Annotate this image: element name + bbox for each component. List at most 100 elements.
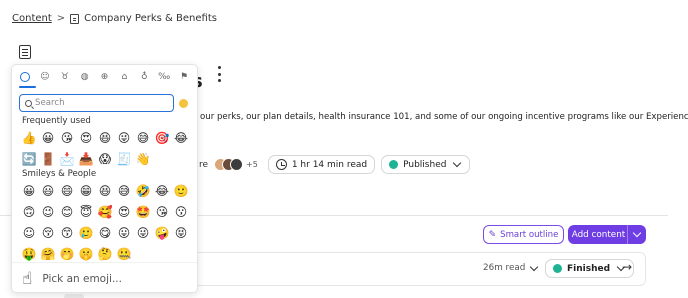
- emoji-option[interactable]: 🤭: [59, 246, 75, 262]
- emoji-option[interactable]: 😘: [59, 130, 75, 146]
- emoji-option[interactable]: 🤑: [21, 246, 37, 262]
- emoji-option[interactable]: 🤪: [154, 225, 170, 241]
- emoji-option[interactable]: 😉: [40, 204, 56, 220]
- emoji-option[interactable]: 🤩: [135, 204, 151, 220]
- emoji-picker: ☺ ♉ ◍ ⊕ ⌂ ♁ ‰ ⚑ Frequently used 👍😀😘😍😆😜😅🎯…: [11, 64, 198, 293]
- add-content-dropdown[interactable]: [627, 225, 646, 244]
- add-content-button[interactable]: Add content: [568, 225, 646, 244]
- emoji-option[interactable]: 😋: [97, 225, 113, 241]
- emoji-option[interactable]: 🔄: [21, 151, 37, 167]
- emoji-option[interactable]: 😘: [154, 204, 170, 220]
- scroll-hint: [64, 294, 84, 298]
- emoji-option[interactable]: 😆: [97, 183, 113, 199]
- emoji-option[interactable]: 🥰: [97, 204, 113, 220]
- category-symbols-icon[interactable]: ‰: [157, 70, 171, 84]
- card-status-dropdown[interactable]: Finished: [545, 259, 635, 278]
- emoji-option[interactable]: ☺: [21, 225, 37, 241]
- emoji-option[interactable]: 😱: [97, 151, 113, 167]
- more-options-icon[interactable]: [216, 66, 222, 82]
- category-food-icon[interactable]: ◍: [78, 70, 92, 84]
- preview-emoji: ☝: [22, 268, 33, 289]
- search-icon: [25, 99, 32, 107]
- document-icon: [70, 13, 80, 24]
- emoji-option[interactable]: 😇: [78, 204, 94, 220]
- emoji-option[interactable]: 😀: [21, 183, 37, 199]
- emoji-option[interactable]: 😝: [173, 225, 189, 241]
- status-dot: [553, 264, 562, 273]
- card-read-label: 26m read: [483, 263, 526, 273]
- emoji-option[interactable]: 😗: [173, 204, 189, 220]
- emoji-option[interactable]: 😍: [78, 130, 94, 146]
- magic-wand-icon: ✎: [488, 229, 497, 240]
- emoji-option[interactable]: 😜: [116, 130, 132, 146]
- chevron-right-icon: >: [56, 13, 66, 24]
- emoji-option[interactable]: 😆: [97, 130, 113, 146]
- emoji-option[interactable]: 😊: [59, 204, 75, 220]
- emoji-search-input[interactable]: [35, 98, 170, 108]
- page-meta-row: re +5 1 hr 14 min read Published: [199, 155, 471, 174]
- status-dropdown[interactable]: Published: [381, 155, 471, 174]
- emoji-option[interactable]: 😍: [116, 204, 132, 220]
- arrow-right-icon[interactable]: →: [622, 260, 632, 274]
- emoji-option[interactable]: 🧾: [116, 151, 132, 167]
- page-icon-button[interactable]: [13, 41, 37, 63]
- emoji-option[interactable]: 😜: [135, 225, 151, 241]
- emoji-option[interactable]: 👋: [135, 151, 151, 167]
- emoji-option[interactable]: 🎯: [154, 130, 170, 146]
- category-flags-icon[interactable]: ⚑: [177, 70, 191, 84]
- emoji-option[interactable]: 👍: [21, 130, 37, 146]
- page-description: our perks, our plan details, health insu…: [200, 112, 688, 122]
- emoji-option[interactable]: 🙃: [21, 204, 37, 220]
- smart-outline-button[interactable]: ✎ Smart outline: [483, 225, 564, 244]
- emoji-option[interactable]: 😙: [59, 225, 75, 241]
- status-label: Published: [403, 159, 447, 170]
- read-time-chip: 1 hr 14 min read: [267, 155, 376, 174]
- frequent-emoji-grid: 👍 😀 😘 😍 😆 😜 😅 🎯 😂 🔄 🚪 📩 📥 😱 🧾 👋: [21, 130, 192, 167]
- category-travel-icon[interactable]: ⊕: [98, 70, 112, 84]
- clock-icon: [275, 159, 287, 170]
- emoji-option[interactable]: 😄: [59, 183, 75, 199]
- emoji-preview-bar: ☝ Pick an emoji...: [12, 262, 197, 292]
- status-dot: [389, 160, 399, 169]
- emoji-option[interactable]: 📥: [78, 151, 94, 167]
- emoji-option[interactable]: 🙂: [173, 183, 189, 199]
- chevron-down-icon: [632, 228, 642, 238]
- breadcrumb-root-link[interactable]: Content: [12, 13, 52, 24]
- emoji-option[interactable]: 😃: [40, 183, 56, 199]
- emoji-option[interactable]: 😁: [78, 183, 94, 199]
- category-recent-icon[interactable]: [18, 70, 32, 84]
- emoji-option[interactable]: 😀: [40, 130, 56, 146]
- smart-outline-label: Smart outline: [500, 229, 559, 240]
- emoji-option[interactable]: 😚: [40, 225, 56, 241]
- avatar: [230, 158, 244, 171]
- preview-text: Pick an emoji...: [42, 272, 122, 285]
- category-smileys-icon[interactable]: ☺: [38, 70, 52, 84]
- emoji-option[interactable]: 📩: [59, 151, 75, 167]
- skin-tone-selector[interactable]: [179, 99, 188, 108]
- emoji-option[interactable]: 🤣: [135, 183, 151, 199]
- category-animals-icon[interactable]: ♉: [58, 70, 72, 84]
- emoji-option[interactable]: 🤐: [116, 246, 132, 262]
- smiley-emoji-grid: 😀 😃 😄 😁 😆 😅 🤣 😂 🙂 🙃 😉 😊 😇 🥰 😍 🤩 😘 😗 ☺ 😚 😙 🥲 😋 😛 😜 🤪 😝 🤑 🤗 🤭 🤫 🤔 🤐: [21, 183, 192, 262]
- breadcrumb: Content > Company Perks & Benefits: [12, 13, 217, 24]
- emoji-option[interactable]: 😂: [173, 130, 189, 146]
- emoji-option[interactable]: 😂: [154, 183, 170, 199]
- card-status-label: Finished: [567, 263, 611, 274]
- emoji-option[interactable]: 🥲: [78, 225, 94, 241]
- emoji-search-box[interactable]: [19, 94, 174, 112]
- section-frequent-label: Frequently used: [22, 116, 91, 126]
- card-read-time[interactable]: 26m read: [483, 262, 539, 273]
- category-activities-icon[interactable]: ⌂: [117, 70, 131, 84]
- emoji-option[interactable]: 🚪: [40, 151, 56, 167]
- category-objects-icon[interactable]: ♁: [137, 70, 151, 84]
- read-time-label: 1 hr 14 min read: [291, 159, 368, 170]
- emoji-option[interactable]: 😅: [116, 183, 132, 199]
- emoji-option[interactable]: 🤗: [40, 246, 56, 262]
- emoji-option[interactable]: 🤫: [78, 246, 94, 262]
- emoji-option[interactable]: 😛: [116, 225, 132, 241]
- emoji-option[interactable]: 😅: [135, 130, 151, 146]
- emoji-option[interactable]: 🤔: [97, 246, 113, 262]
- contributors[interactable]: +5: [214, 158, 258, 171]
- document-icon: [19, 45, 31, 59]
- add-content-label: Add content: [571, 229, 626, 240]
